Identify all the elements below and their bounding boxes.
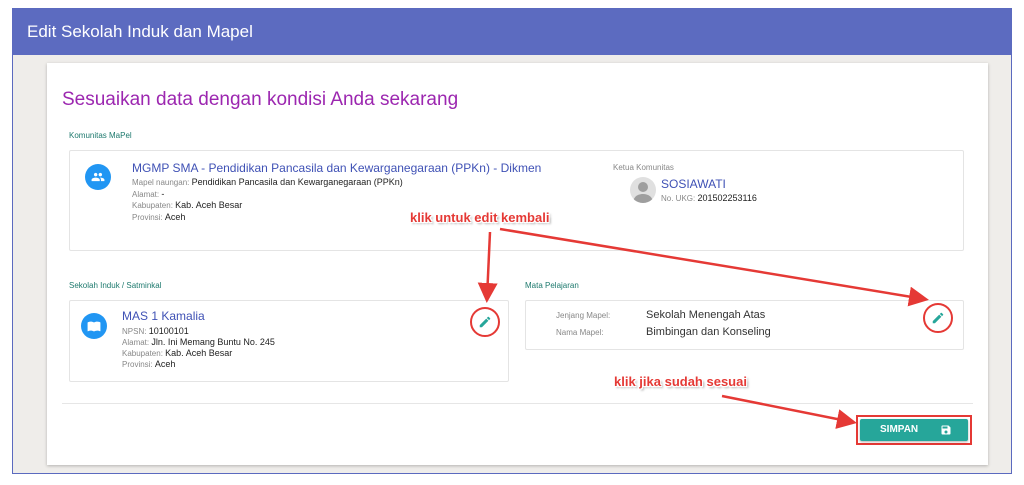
npsn-label: NPSN:: [122, 327, 147, 336]
dialog-title: Edit Sekolah Induk dan Mapel: [13, 9, 1011, 55]
edit-mapel-button[interactable]: [923, 303, 953, 333]
ketua-name[interactable]: SOSIAWATI: [661, 177, 726, 191]
simpan-button[interactable]: SIMPAN: [860, 419, 968, 441]
ukg-label: No. UKG:: [661, 194, 696, 203]
nama-mapel-label: Nama Mapel:: [556, 328, 604, 337]
nama-mapel-value: Bimbingan dan Konseling: [646, 326, 771, 338]
group-icon: [85, 164, 111, 190]
jenjang-value: Sekolah Menengah Atas: [646, 309, 766, 321]
komunitas-section-label: Komunitas MaPel: [69, 131, 132, 140]
edit-sekolah-button[interactable]: [470, 307, 500, 337]
provinsi-value: Aceh: [164, 212, 186, 222]
npsn-value: 10100101: [148, 326, 189, 336]
edit-hint-annotation: klik untuk edit kembali: [410, 210, 550, 225]
user-avatar-icon: [630, 177, 656, 203]
form-card: Sesuaikan data dengan kondisi Anda sekar…: [47, 63, 988, 465]
sekolah-alamat: Alamat: Jln. Ini Memang Buntu No. 245: [122, 337, 275, 347]
sekolah-kabupaten-label: Kabupaten:: [122, 349, 163, 358]
sekolah-provinsi-label: Provinsi:: [122, 360, 153, 369]
save-hint-annotation: klik jika sudah sesuai: [614, 374, 747, 389]
page-heading: Sesuaikan data dengan kondisi Anda sekar…: [62, 89, 459, 110]
komunitas-kabupaten: Kabupaten: Kab. Aceh Besar: [132, 200, 242, 210]
provinsi-label: Provinsi:: [132, 213, 163, 222]
floppy-disk-icon: [941, 425, 951, 435]
pencil-icon: [932, 312, 944, 324]
sekolah-kabupaten-value: Kab. Aceh Besar: [165, 348, 233, 358]
save-highlight: SIMPAN: [856, 415, 972, 445]
mapel-card[interactable]: Jenjang Mapel: Sekolah Menengah Atas Nam…: [525, 300, 964, 350]
sekolah-card[interactable]: MAS 1 Kamalia NPSN: 10100101 Alamat: Jln…: [69, 300, 509, 382]
komunitas-provinsi: Provinsi: Aceh: [132, 212, 185, 222]
kabupaten-value: Kab. Aceh Besar: [175, 200, 243, 210]
sekolah-kabupaten: Kabupaten: Kab. Aceh Besar: [122, 348, 232, 358]
komunitas-name[interactable]: MGMP SMA - Pendidikan Pancasila dan Kewa…: [132, 161, 541, 175]
ketua-ukg: No. UKG: 201502253116: [661, 193, 757, 203]
sekolah-provinsi-value: Aceh: [154, 359, 176, 369]
sekolah-name[interactable]: MAS 1 Kamalia: [122, 309, 205, 323]
mapel-naungan-label: Mapel naungan:: [132, 178, 190, 187]
jenjang-label: Jenjang Mapel:: [556, 311, 611, 320]
mapel-section-label: Mata Pelajaran: [525, 281, 579, 290]
komunitas-card[interactable]: MGMP SMA - Pendidikan Pancasila dan Kewa…: [69, 150, 964, 251]
alamat-value: -: [161, 189, 165, 199]
dialog-frame: Edit Sekolah Induk dan Mapel Sesuaikan d…: [12, 8, 1012, 474]
ketua-label: Ketua Komunitas: [613, 163, 674, 172]
actions-divider: [62, 403, 973, 404]
mapel-naungan-value: Pendidikan Pancasila dan Kewarganegaraan…: [191, 177, 403, 187]
sekolah-npsn: NPSN: 10100101: [122, 326, 189, 336]
alamat-label: Alamat:: [132, 190, 160, 199]
komunitas-alamat: Alamat: -: [132, 189, 164, 199]
sekolah-alamat-value: Jln. Ini Memang Buntu No. 245: [151, 337, 275, 347]
simpan-label: SIMPAN: [880, 424, 919, 435]
sekolah-alamat-label: Alamat:: [122, 338, 150, 347]
ukg-value: 201502253116: [697, 193, 757, 203]
komunitas-mapel: Mapel naungan: Pendidikan Pancasila dan …: [132, 177, 403, 187]
school-icon: [81, 313, 107, 339]
pencil-icon: [479, 316, 491, 328]
sekolah-section-label: Sekolah Induk / Satminkal: [69, 281, 162, 290]
kabupaten-label: Kabupaten:: [132, 201, 173, 210]
sekolah-provinsi: Provinsi: Aceh: [122, 359, 175, 369]
